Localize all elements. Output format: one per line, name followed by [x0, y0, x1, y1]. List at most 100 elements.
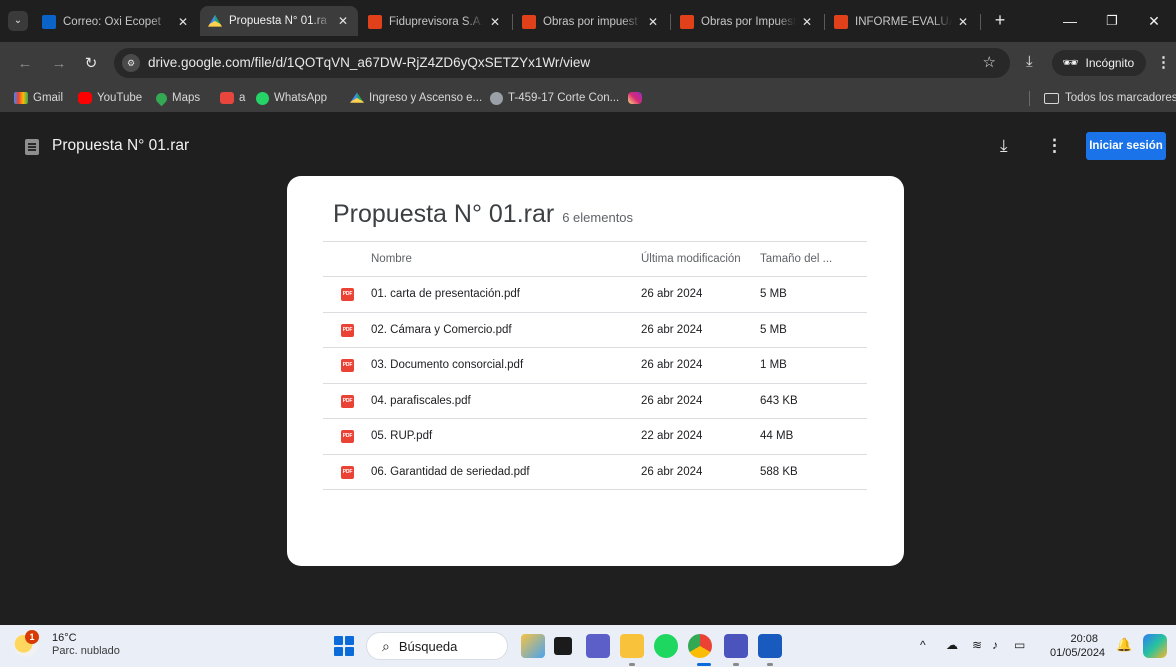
word-icon[interactable] — [758, 634, 782, 658]
file-name: 04. parafiscales.pdf — [371, 394, 471, 407]
bookmark-star-icon[interactable]: ☆ — [983, 53, 996, 71]
close-tab-icon[interactable]: ✕ — [488, 15, 502, 29]
url-text[interactable]: drive.google.com/file/d/1QOTqVN_a67DW-Rj… — [148, 55, 590, 70]
close-window-button[interactable]: ✕ — [1134, 8, 1174, 34]
instagram-icon — [628, 92, 642, 104]
globe-icon — [490, 91, 503, 105]
tab-obras-2[interactable]: Obras por Impuest ✕ — [672, 9, 822, 35]
taskbar-search[interactable]: ⌕ Búsqueda — [366, 632, 508, 660]
volume-icon[interactable]: ♪ — [992, 638, 998, 652]
tab-informe[interactable]: INFORME-EVALUA ✕ — [826, 9, 978, 35]
column-header-name[interactable]: Nombre — [371, 242, 412, 276]
google-drive-icon — [208, 14, 222, 27]
drive-viewer: Propuesta N° 01.rar ⤓ ⋮ Iniciar sesión P… — [0, 112, 1176, 625]
tab-fiduprevisora[interactable]: Fiduprevisora S.A. ✕ — [360, 9, 510, 35]
file-modified: 26 abr 2024 — [641, 323, 703, 336]
tab-search-chevron-icon[interactable]: ⌄ — [8, 11, 28, 31]
teams-icon[interactable] — [586, 634, 610, 658]
tab-correo[interactable]: Correo: Oxi Ecopet ✕ — [34, 9, 198, 35]
bookmark-instagram[interactable] — [628, 90, 647, 106]
close-tab-icon[interactable]: ✕ — [646, 15, 660, 29]
onedrive-icon[interactable]: ☁ — [946, 638, 958, 652]
windows-start-icon[interactable] — [334, 636, 354, 656]
column-header-modified[interactable]: Última modificación — [641, 242, 741, 276]
address-bar[interactable]: ⚙ drive.google.com/file/d/1QOTqVN_a67DW-… — [114, 48, 1010, 78]
teams-new-icon[interactable] — [724, 634, 748, 658]
outlook-icon — [42, 15, 56, 29]
close-tab-icon[interactable]: ✕ — [336, 14, 350, 28]
tab-label: Obras por Impuest — [701, 16, 796, 28]
taskbar-search-label: Búsqueda — [398, 638, 458, 654]
close-tab-icon[interactable]: ✕ — [800, 15, 814, 29]
download-icon[interactable]: ⤓ — [1000, 136, 1008, 156]
tray-overflow-icon[interactable]: ^ — [920, 638, 926, 652]
all-bookmarks-label: Todos los marcadores — [1065, 92, 1176, 104]
notification-bell-icon[interactable]: 🔔 — [1116, 637, 1132, 653]
table-row[interactable]: PDF 05. RUP.pdf 22 abr 2024 44 MB — [323, 419, 867, 455]
browser-menu-icon[interactable]: ⋮ — [1156, 53, 1171, 71]
file-name: 03. Documento consorcial.pdf — [371, 359, 524, 372]
copilot-icon[interactable] — [1143, 634, 1167, 658]
weather-widget[interactable]: 1 16°C Parc. nublado — [14, 630, 120, 658]
tab-label: Obras por impuest — [543, 16, 638, 28]
bookmark-a[interactable]: a — [220, 90, 245, 106]
battery-icon[interactable]: ▭ — [1014, 638, 1025, 652]
browser-toolbar: ← → ↻ ⚙ drive.google.com/file/d/1QOTqVN_… — [0, 42, 1176, 84]
system-clock[interactable]: 20:08 01/05/2024 — [1050, 632, 1105, 660]
more-options-icon[interactable]: ⋮ — [1046, 136, 1063, 156]
minimize-button[interactable]: — — [1050, 8, 1090, 34]
new-tab-button[interactable]: + — [989, 10, 1011, 32]
all-bookmarks-button[interactable]: Todos los marcadores — [1044, 90, 1176, 106]
wifi-icon[interactable]: ≋ — [972, 638, 982, 652]
tab-separator — [512, 14, 513, 30]
bookmark-youtube[interactable]: YouTube — [78, 90, 142, 106]
table-row[interactable]: PDF 03. Documento consorcial.pdf 26 abr 20… — [323, 348, 867, 384]
close-tab-icon[interactable]: ✕ — [176, 15, 190, 29]
bookmark-label: T-459-17 Corte Con... — [508, 92, 620, 104]
table-row[interactable]: PDF 06. Garantidad de seriedad.pdf 26 abr … — [323, 455, 867, 490]
bookmark-whatsapp[interactable]: WhatsApp — [256, 90, 327, 106]
table-header: Nombre Última modificación Tamaño del ..… — [323, 241, 867, 277]
fiduprevisora-icon — [368, 15, 382, 29]
weather-text: 16°C Parc. nublado — [52, 632, 120, 658]
forward-arrow-icon[interactable]: → — [48, 53, 70, 75]
file-size: 5 MB — [760, 323, 787, 336]
table-row[interactable]: PDF 02. Cámara y Comercio.pdf 26 abr 2024 5… — [323, 313, 867, 348]
file-modified: 26 abr 2024 — [641, 359, 703, 372]
site-info-icon[interactable]: ⚙ — [122, 54, 140, 72]
folder-icon — [1044, 92, 1059, 104]
bookmark-gmail[interactable]: Gmail — [14, 90, 63, 106]
tab-label: Propuesta N° 01.ra — [229, 15, 327, 27]
chrome-icon[interactable] — [688, 634, 712, 658]
restore-button[interactable]: ❐ — [1092, 8, 1132, 34]
column-header-size[interactable]: Tamaño del ... — [760, 242, 832, 276]
bookmark-label: WhatsApp — [274, 92, 328, 104]
downloads-icon[interactable]: ⤓ — [1026, 53, 1033, 70]
file-explorer-icon[interactable] — [620, 634, 644, 658]
reload-icon[interactable]: ↻ — [80, 53, 102, 75]
bookmark-label: Maps — [172, 92, 201, 104]
back-arrow-icon[interactable]: ← — [14, 53, 36, 75]
file-name: 06. Garantidad de seriedad.pdf — [371, 465, 530, 478]
bookmark-label: Gmail — [33, 92, 64, 104]
google-drive-icon — [350, 92, 364, 103]
tab-propuesta[interactable]: Propuesta N° 01.ra ✕ — [200, 6, 358, 36]
table-row[interactable]: PDF 01. carta de presentación.pdf 26 abr 2… — [323, 277, 867, 313]
spotify-icon[interactable] — [654, 634, 678, 658]
bookmark-t459[interactable]: T-459-17 Corte Con... — [490, 90, 619, 106]
bookmark-maps[interactable]: Maps — [153, 90, 201, 106]
signin-button[interactable]: Iniciar sesión — [1086, 132, 1166, 160]
photos-app-icon[interactable] — [521, 634, 545, 658]
archive-preview-card: Propuesta N° 01.rar 6 elementos Nombre Ú… — [287, 176, 904, 566]
incognito-badge[interactable]: 🕶 Incógnito — [1052, 50, 1147, 76]
bookmark-ingreso[interactable]: Ingreso y Ascenso e... — [350, 90, 482, 106]
pdf-file-icon: PDF — [341, 323, 354, 337]
task-view-icon[interactable] — [554, 637, 572, 655]
table-row[interactable]: PDF 04. parafiscales.pdf 26 abr 2024 643 KB — [323, 384, 867, 419]
bookmarks-separator — [1029, 91, 1030, 106]
tab-separator — [824, 14, 825, 30]
close-tab-icon[interactable]: ✕ — [956, 15, 970, 29]
tab-obras-1[interactable]: Obras por impuest ✕ — [514, 9, 668, 35]
app-running-indicator — [733, 663, 739, 666]
incognito-icon: 🕶 — [1062, 55, 1079, 70]
